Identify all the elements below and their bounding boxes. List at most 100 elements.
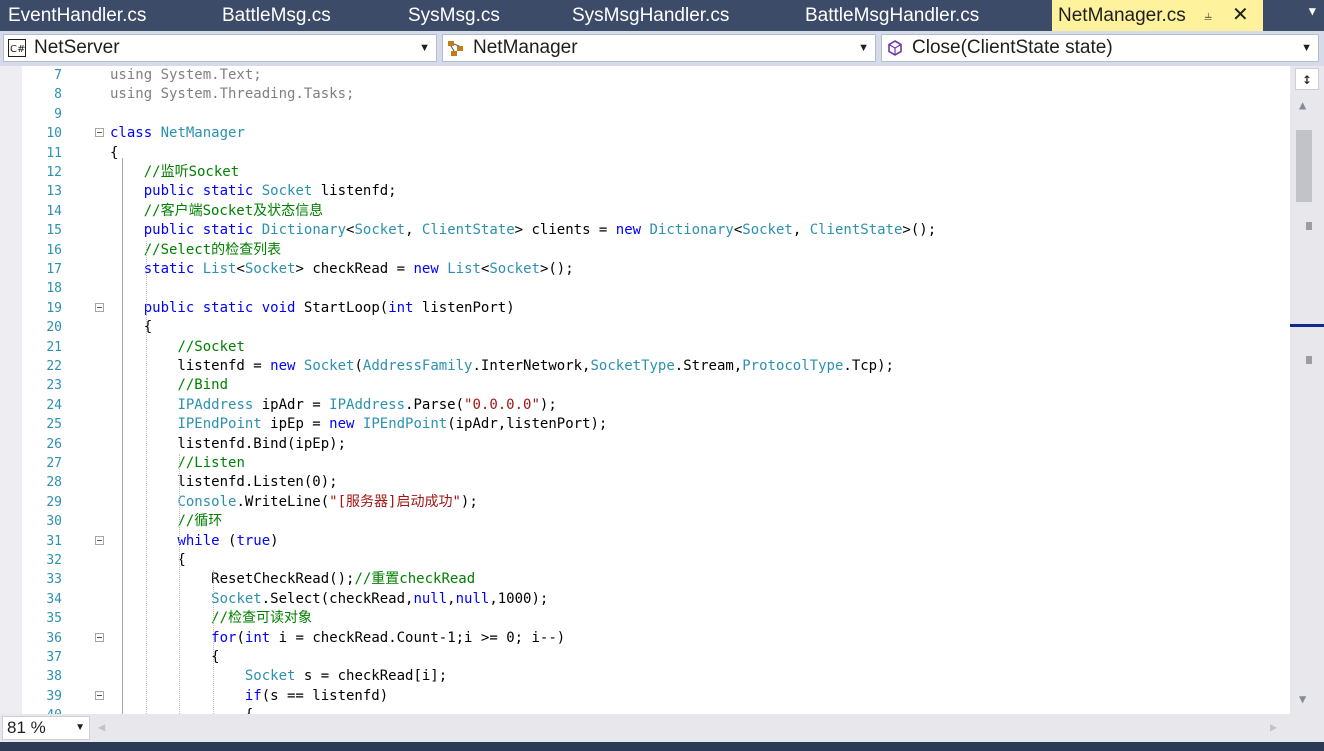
- collapse-icon[interactable]: [95, 690, 104, 700]
- code-editor[interactable]: 7 using System.Text; 8 using System.Threadi…: [0, 66, 1290, 714]
- line-number: 8: [54, 87, 62, 103]
- collapse-icon[interactable]: [95, 128, 104, 138]
- zoom-level: 81 %: [7, 718, 46, 737]
- chevron-down-icon: ▼: [1301, 42, 1312, 54]
- code-line[interactable]: 7 using System.Text;: [22, 66, 1290, 85]
- line-number: 15: [46, 223, 62, 239]
- collapse-icon[interactable]: [95, 535, 104, 545]
- tab-eventhandler[interactable]: EventHandler.cs: [8, 0, 146, 31]
- code-line[interactable]: 24 IPAddress ipAdr = IPAddress.Parse("0.…: [22, 396, 1290, 415]
- class-dropdown[interactable]: NetManager ▼: [442, 34, 876, 62]
- code-line[interactable]: 23 //Bind: [22, 376, 1290, 395]
- tab-sysmsghandler[interactable]: SysMsgHandler.cs: [572, 0, 729, 31]
- code-line[interactable]: 26 listenfd.Bind(ipEp);: [22, 435, 1290, 454]
- code-line[interactable]: 17 static List<Socket> checkRead = new L…: [22, 260, 1290, 279]
- tab-list-dropdown-icon[interactable]: ▼: [1309, 4, 1316, 18]
- indent-guide: [179, 454, 181, 714]
- code-text: {: [110, 649, 220, 665]
- code-text: //Socket: [177, 338, 245, 355]
- collapse-icon[interactable]: [95, 632, 104, 642]
- line-number: 12: [46, 165, 62, 180]
- chevron-down-icon: ▼: [858, 42, 869, 54]
- indent-guide: [213, 570, 215, 714]
- vertical-scrollbar[interactable]: ↕ ▲ ▼: [1290, 66, 1324, 714]
- member-name: Close(ClientState state): [912, 37, 1113, 58]
- tab-netmanager[interactable]: NetManager.cs ⫨ ✕: [1052, 0, 1263, 31]
- line-number: 9: [54, 106, 62, 122]
- scroll-up-icon[interactable]: ▲: [1299, 98, 1306, 112]
- code-line[interactable]: 10 class NetManager: [22, 124, 1290, 143]
- line-number: 34: [46, 591, 62, 607]
- scroll-marker: [1306, 356, 1312, 364]
- code-text: //Select的检查列表: [143, 241, 282, 258]
- code-line[interactable]: 20 {: [22, 318, 1290, 337]
- code-text: IPEndPoint ipEp = new IPEndPoint(ipAdr,l…: [177, 416, 608, 433]
- tab-label: SysMsgHandler.cs: [572, 5, 730, 26]
- line-number: 36: [46, 630, 62, 646]
- code-text: //监听Socket: [143, 164, 240, 180]
- class-name: NetManager: [473, 37, 578, 58]
- code-line[interactable]: 12 //监听Socket: [22, 163, 1290, 182]
- code-line[interactable]: 18: [22, 279, 1290, 298]
- code-line[interactable]: 30 //循环: [22, 512, 1290, 531]
- code-text: IPAddress ipAdr = IPAddress.Parse("0.0.0…: [177, 396, 557, 413]
- code-line[interactable]: 32 {: [22, 551, 1290, 570]
- line-number: 7: [54, 68, 62, 83]
- code-text: listenfd.Listen(0);: [110, 474, 338, 491]
- close-icon[interactable]: ✕: [1232, 0, 1249, 31]
- code-line[interactable]: 25 IPEndPoint ipEp = new IPEndPoint(ipAd…: [22, 415, 1290, 434]
- scroll-down-icon[interactable]: ▼: [1299, 692, 1306, 706]
- code-line[interactable]: 31 while (true): [22, 532, 1290, 551]
- code-text: //Bind: [177, 377, 229, 394]
- code-line[interactable]: 28 listenfd.Listen(0);: [22, 473, 1290, 492]
- line-number: 17: [46, 262, 62, 277]
- pin-icon[interactable]: ⫨: [1204, 0, 1212, 31]
- window-bottom-edge: [0, 742, 1324, 751]
- code-line[interactable]: 13 public static Socket listenfd;: [22, 182, 1290, 201]
- chevron-down-icon: ▼: [419, 42, 430, 54]
- line-number: 32: [46, 553, 62, 568]
- code-line[interactable]: 15 public static Dictionary<Socket, Clie…: [22, 221, 1290, 240]
- code-line[interactable]: 8 using System.Threading.Tasks;: [22, 85, 1290, 104]
- line-number: 28: [46, 475, 62, 491]
- tab-battlemsghandler[interactable]: BattleMsgHandler.cs: [805, 0, 979, 31]
- code-line[interactable]: 14 //客户端Socket及状态信息: [22, 202, 1290, 221]
- line-number: 40: [22, 706, 62, 714]
- scroll-thumb[interactable]: [1296, 130, 1312, 202]
- line-number: 27: [46, 456, 62, 471]
- class-icon: [448, 41, 463, 56]
- tab-sysmsg[interactable]: SysMsg.cs: [408, 0, 500, 31]
- code-text: //循环: [177, 513, 223, 530]
- code-line[interactable]: 16 //Select的检查列表: [22, 241, 1290, 260]
- navigation-bar: C# NetServer ▼ NetManager ▼ Close(Client…: [0, 31, 1324, 66]
- code-text: class NetManager: [110, 125, 245, 142]
- scroll-left-icon[interactable]: ◀: [98, 720, 105, 734]
- code-text: using System.Threading.Tasks;: [110, 86, 355, 103]
- code-line[interactable]: 27 //Listen: [22, 454, 1290, 473]
- project-dropdown[interactable]: C# NetServer ▼: [3, 34, 437, 62]
- line-number: 37: [46, 650, 62, 665]
- line-number: 35: [46, 611, 62, 627]
- member-dropdown[interactable]: Close(ClientState state) ▼: [881, 34, 1319, 62]
- code-line[interactable]: 22 listenfd = new Socket(AddressFamily.I…: [22, 357, 1290, 376]
- code-text: Console.WriteLine("[服务器]启动成功");: [177, 493, 478, 510]
- zoom-dropdown[interactable]: 81 % ▼: [2, 716, 90, 740]
- scroll-right-icon[interactable]: ▶: [1270, 720, 1277, 734]
- tab-battlemsg[interactable]: BattleMsg.cs: [222, 0, 331, 31]
- code-line[interactable]: 11 {: [22, 144, 1290, 163]
- project-name: NetServer: [34, 37, 120, 58]
- scroll-marker: [1306, 222, 1312, 230]
- code-line[interactable]: 29 Console.WriteLine("[服务器]启动成功");: [22, 493, 1290, 512]
- line-number: 29: [46, 494, 62, 510]
- collapse-icon[interactable]: [95, 302, 104, 312]
- line-number: 30: [46, 514, 62, 530]
- code-line[interactable]: 21 //Socket: [22, 338, 1290, 357]
- line-number: 31: [46, 533, 62, 549]
- code-line[interactable]: 9: [22, 105, 1290, 124]
- chevron-down-icon: ▼: [75, 722, 85, 733]
- line-number: 14: [46, 203, 62, 219]
- code-text: //检查可读对象: [211, 610, 313, 627]
- split-window-icon[interactable]: ↕: [1295, 68, 1319, 90]
- line-number: 21: [46, 339, 62, 355]
- code-line[interactable]: 19 public static void StartLoop(int list…: [22, 299, 1290, 318]
